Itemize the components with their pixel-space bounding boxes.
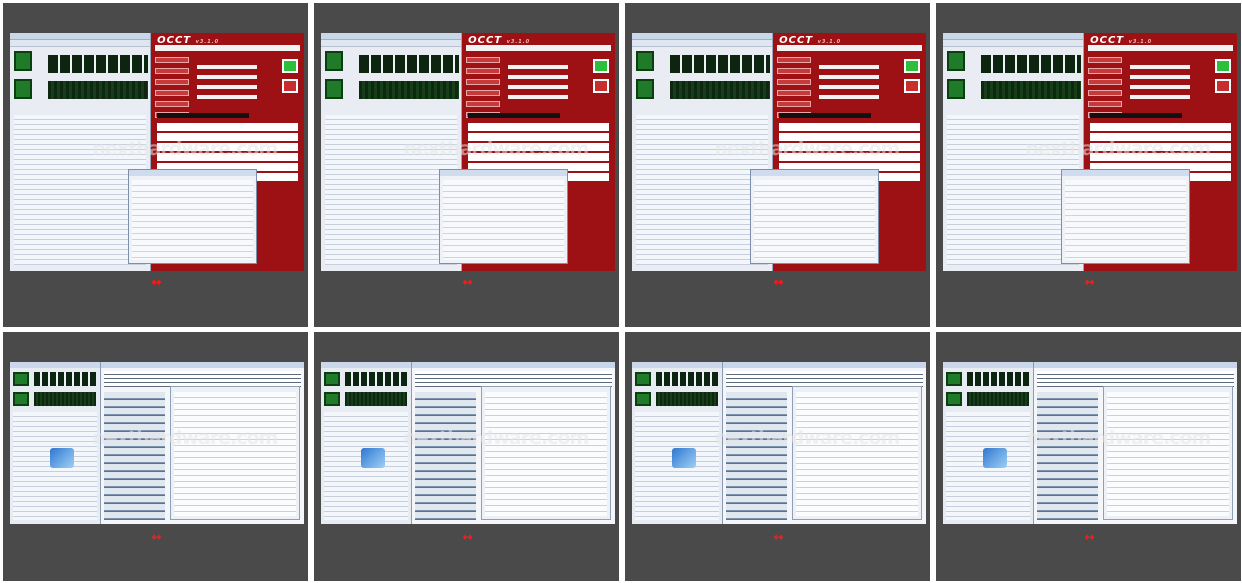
expand-arrows-icon[interactable]: ↔ — [314, 530, 619, 544]
start-test-icon — [592, 59, 609, 73]
gallery-cell-1[interactable]: OCCT v3.1.0 nexthardware.com ↔ — [3, 3, 308, 327]
screenshot-thumbnail[interactable]: OCCT v3.1.0 nexthardware.com — [632, 33, 926, 271]
cpu-usage-icon — [324, 392, 340, 406]
cpu-usage-icon — [636, 51, 654, 71]
start-test-icon — [903, 59, 920, 73]
cpu-usage-icon — [947, 51, 965, 71]
cpu-usage-icon — [946, 392, 962, 406]
cpu-usage-icon — [635, 372, 651, 386]
screenshot-thumbnail[interactable]: OCCT v3.1.0 nexthardware.com — [943, 33, 1237, 271]
watermark: nexthardware.com — [92, 137, 278, 160]
screenshot-thumbnail[interactable]: nexthardware.com — [321, 362, 615, 524]
expand-arrows-icon[interactable]: ↔ — [625, 530, 930, 544]
screenshot-thumbnail[interactable]: nexthardware.com — [10, 362, 304, 524]
watermark: nexthardware.com — [403, 137, 589, 160]
expand-arrows-icon[interactable]: ↔ — [625, 275, 930, 289]
intel-logo-icon — [49, 448, 74, 468]
intel-logo-icon — [360, 448, 385, 468]
start-test-icon — [281, 59, 298, 73]
stop-test-icon — [592, 79, 609, 93]
expand-arrows-icon[interactable]: ↔ — [936, 530, 1241, 544]
cpu-usage-icon — [324, 372, 340, 386]
watermark: nexthardware.com — [1025, 426, 1211, 449]
cpu-info-window — [943, 362, 1035, 524]
cpu-usage-icon — [947, 79, 965, 99]
gallery-cell-8[interactable]: nexthardware.com ↔ — [936, 332, 1241, 581]
cpu-usage-icon — [946, 372, 962, 386]
cpu-usage-icon — [14, 51, 32, 71]
expand-arrows-icon[interactable]: ↔ — [3, 530, 308, 544]
stop-test-icon — [281, 79, 298, 93]
cpu-usage-icon — [635, 392, 651, 406]
gallery-cell-5[interactable]: nexthardware.com ↔ — [3, 332, 308, 581]
expand-arrows-icon[interactable]: ↔ — [314, 275, 619, 289]
watermark: nexthardware.com — [92, 426, 278, 449]
cpu-info-window — [321, 362, 413, 524]
screenshot-thumbnail[interactable]: nexthardware.com — [943, 362, 1237, 524]
watermark: nexthardware.com — [403, 426, 589, 449]
cpu-usage-icon — [13, 392, 29, 406]
cpu-usage-icon — [14, 79, 32, 99]
intel-logo-icon — [671, 448, 696, 468]
watermark: nexthardware.com — [714, 426, 900, 449]
cpu-usage-icon — [13, 372, 29, 386]
intel-logo-icon — [982, 448, 1007, 468]
screenshot-thumbnail[interactable]: nexthardware.com — [632, 362, 926, 524]
screenshot-thumbnail[interactable]: OCCT v3.1.0 nexthardware.com — [321, 33, 615, 271]
gallery-cell-6[interactable]: nexthardware.com ↔ — [314, 332, 619, 581]
cpu-usage-icon — [325, 79, 343, 99]
start-test-icon — [1214, 59, 1231, 73]
gallery-cell-4[interactable]: OCCT v3.1.0 nexthardware.com ↔ — [936, 3, 1241, 327]
cpu-info-window — [10, 362, 102, 524]
gallery-cell-2[interactable]: OCCT v3.1.0 nexthardware.com ↔ — [314, 3, 619, 327]
properties-dialog — [1060, 168, 1190, 264]
screenshot-thumbnail[interactable]: OCCT v3.1.0 nexthardware.com — [10, 33, 304, 271]
thumbnail-gallery: OCCT v3.1.0 nexthardware.com ↔ OCCT v3.1… — [0, 0, 1242, 583]
properties-dialog — [749, 168, 879, 264]
gallery-cell-3[interactable]: OCCT v3.1.0 nexthardware.com ↔ — [625, 3, 930, 327]
properties-dialog — [127, 168, 257, 264]
cpu-usage-icon — [636, 79, 654, 99]
expand-arrows-icon[interactable]: ↔ — [3, 275, 308, 289]
properties-dialog — [438, 168, 568, 264]
cpu-info-window — [632, 362, 724, 524]
expand-arrows-icon[interactable]: ↔ — [936, 275, 1241, 289]
gallery-cell-7[interactable]: nexthardware.com ↔ — [625, 332, 930, 581]
stop-test-icon — [1214, 79, 1231, 93]
watermark: nexthardware.com — [714, 137, 900, 160]
cpu-usage-icon — [325, 51, 343, 71]
watermark: nexthardware.com — [1025, 137, 1211, 160]
stop-test-icon — [903, 79, 920, 93]
